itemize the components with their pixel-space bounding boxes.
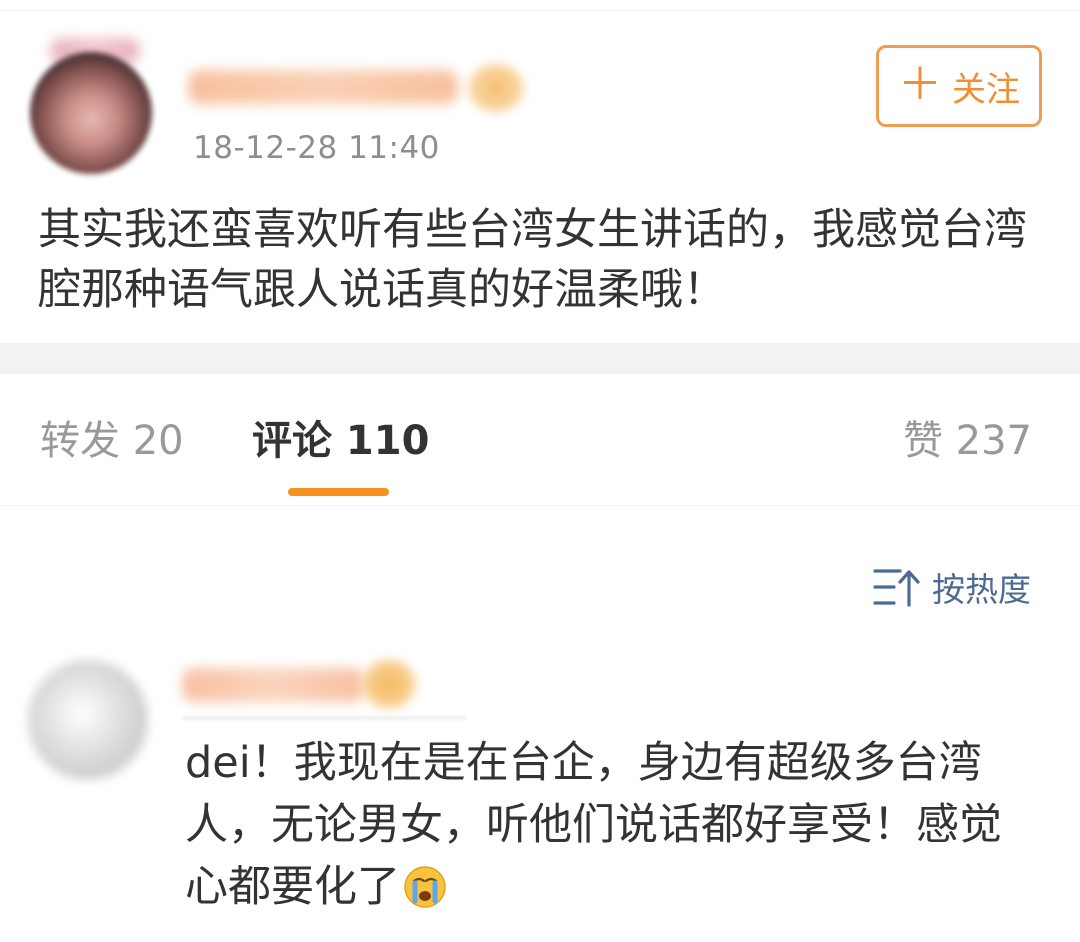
commenter-meta-blurred <box>182 716 467 720</box>
follow-button[interactable]: ＋ 关注 <box>876 45 1042 127</box>
section-separator <box>0 343 1080 374</box>
sort-label: 按热度 <box>932 570 1031 609</box>
comment-text: dei！我现在是在台企，身边有超级多台湾人，无论男女，听他们说话都好享受！感觉心… <box>185 738 1002 912</box>
active-tab-indicator <box>288 488 389 496</box>
top-divider <box>0 0 1080 11</box>
comment-body: dei！我现在是在台企，身边有超级多台湾人，无论男女，听他们说话都好享受！感觉心… <box>185 732 1035 918</box>
poster-username-blurred[interactable] <box>188 70 458 104</box>
tab-comments[interactable]: 评论 110 <box>252 415 429 467</box>
commenter-avatar[interactable] <box>28 660 148 780</box>
tabs-divider <box>0 505 1080 506</box>
post-body: 其实我还蛮喜欢听有些台湾女生讲话的，我感觉台湾腔那种语气跟人说话真的好温柔哦！ <box>38 205 1027 315</box>
poster-avatar[interactable] <box>30 52 152 174</box>
follow-label: 关注 <box>952 69 1020 110</box>
post-timestamp: 18-12-28 11:40 <box>193 130 440 166</box>
plus-icon: ＋ <box>898 58 942 110</box>
tab-likes[interactable]: 赞 237 <box>903 415 1032 467</box>
verified-badge-icon <box>468 64 524 112</box>
commenter-badge-icon <box>362 660 416 708</box>
crying-face-icon <box>404 866 446 908</box>
commenter-username-blurred[interactable] <box>182 668 364 702</box>
sort-by-hot-button[interactable]: 按热度 <box>872 562 1031 612</box>
sort-up-icon <box>873 569 920 607</box>
tab-repost[interactable]: 转发 20 <box>40 415 184 467</box>
